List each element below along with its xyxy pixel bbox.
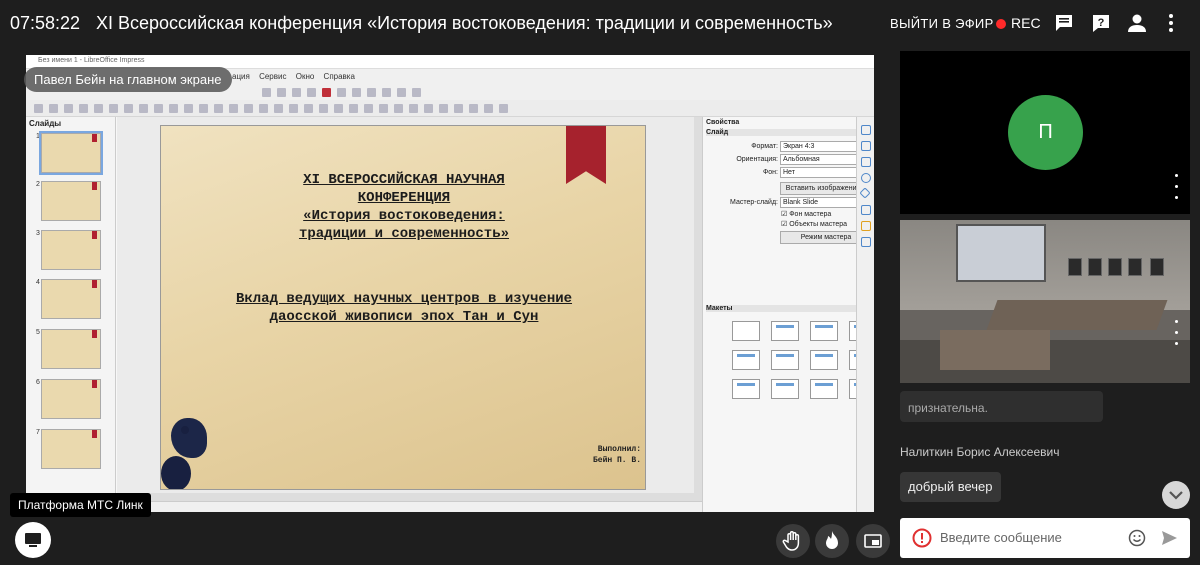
properties-deck-icon[interactable] — [861, 125, 871, 135]
slide-title[interactable]: XI ВСЕРОССИЙСКАЯ НАУЧНАЯ КОНФЕРЕНЦИЯ «Ис… — [191, 171, 617, 243]
section-slide-header[interactable]: Слайд — [706, 129, 856, 136]
slide-number: 5 — [36, 329, 40, 336]
participant-avatar: П — [1008, 95, 1083, 170]
slide-number: 6 — [36, 379, 40, 386]
platform-tooltip: Платформа МТС Линк — [10, 493, 151, 517]
slide-thumbnail[interactable] — [41, 181, 101, 221]
screen-share-button[interactable] — [15, 522, 51, 558]
sidebar-deck-icons — [856, 117, 874, 512]
participant-video-room[interactable] — [900, 220, 1190, 383]
slide-number: 7 — [36, 429, 40, 436]
chat-message-text: признательна. — [908, 401, 988, 415]
app-toolbar-drawing — [26, 100, 874, 117]
ink-blot — [171, 418, 207, 458]
slide-transition-deck-icon[interactable] — [861, 205, 871, 215]
chat-message: добрый вечер — [900, 472, 1001, 502]
layout-option[interactable] — [771, 350, 799, 370]
more-vertical-icon[interactable] — [1173, 320, 1179, 354]
rec-indicator[interactable]: REC — [1011, 15, 1041, 31]
more-vertical-icon[interactable] — [1173, 174, 1179, 208]
slide-number: 3 — [36, 230, 40, 237]
slide-author[interactable]: Выполнил: Бейн П. В. — [561, 444, 641, 466]
master-background-checkbox[interactable]: ☑ Фон мастера — [781, 210, 831, 218]
ink-blot — [181, 426, 189, 434]
format-label: Формат: — [751, 143, 778, 150]
rec-dot-icon — [996, 19, 1006, 29]
layout-option[interactable] — [732, 350, 760, 370]
gallery-deck-icon[interactable] — [861, 157, 871, 167]
ink-blot — [161, 456, 191, 489]
participant-video[interactable]: П — [900, 51, 1190, 214]
layout-option[interactable] — [732, 379, 760, 399]
room-table — [986, 300, 1168, 330]
master-slides-deck-icon[interactable] — [861, 237, 871, 247]
layout-option[interactable] — [810, 321, 838, 341]
slide-thumbnail[interactable] — [41, 230, 101, 270]
styles-deck-icon[interactable] — [861, 141, 871, 151]
orientation-label: Ориентация: — [736, 156, 778, 163]
chat-input[interactable]: Введите сообщение — [900, 518, 1190, 558]
slide-thumbnail[interactable] — [39, 131, 103, 175]
menu-item-window[interactable]: Окно — [296, 72, 315, 81]
send-icon[interactable] — [1160, 529, 1178, 547]
chat-message: признательна. — [900, 391, 1103, 422]
conference-title: XI Всероссийская конференция «История во… — [96, 13, 833, 33]
layout-option[interactable] — [771, 379, 799, 399]
presenter-label: Павел Бейн на главном экране — [24, 67, 232, 92]
animation-deck-icon[interactable] — [861, 221, 871, 231]
help-icon[interactable]: ? — [1090, 12, 1112, 34]
user-icon[interactable] — [1126, 12, 1148, 34]
room-table — [940, 330, 1050, 370]
shapes-deck-icon[interactable] — [859, 187, 871, 199]
warning-icon — [912, 528, 932, 548]
picture-in-picture-button[interactable] — [856, 524, 890, 558]
clock: 07:58:22 — [10, 13, 81, 33]
chat-icon[interactable] — [1053, 12, 1075, 34]
layout-option[interactable] — [810, 379, 838, 399]
emoji-icon[interactable] — [1128, 529, 1146, 547]
more-vertical-icon[interactable] — [1160, 12, 1182, 34]
slide-number: 1 — [36, 133, 40, 140]
properties-panel: Свойства Слайд Формат: Экран 4:3 Ориента… — [702, 117, 874, 512]
layout-option[interactable] — [732, 321, 760, 341]
svg-text:?: ? — [1098, 17, 1105, 29]
slides-pane-label: Слайды — [29, 119, 62, 128]
raise-hand-button[interactable] — [776, 524, 810, 558]
chat-input-placeholder: Введите сообщение — [940, 530, 1062, 545]
slide-number: 4 — [36, 279, 40, 286]
slide-title-text: XI ВСЕРОССИЙСКАЯ НАУЧНАЯ КОНФЕРЕНЦИЯ «Ис… — [298, 172, 510, 242]
go-live-button[interactable]: ВЫЙТИ В ЭФИР — [890, 16, 994, 31]
menu-item[interactable]: ация — [232, 72, 250, 81]
vertical-scrollbar[interactable] — [694, 117, 702, 512]
room-projector-screen — [956, 224, 1046, 282]
slide-subtitle[interactable]: Вклад ведущих научных центров в изучение… — [181, 290, 627, 326]
navigator-deck-icon[interactable] — [861, 173, 871, 183]
layout-option[interactable] — [810, 350, 838, 370]
top-bar: 07:58:22 XI Всероссийская конференция «И… — [0, 0, 1200, 48]
chat-author: Налиткин Борис Алексеевич — [900, 445, 1060, 459]
menu-item-service[interactable]: Сервис — [259, 72, 286, 81]
master-slide-label: Мастер-слайд: — [730, 199, 778, 206]
menu-item-help[interactable]: Справка — [324, 72, 355, 81]
scroll-down-button[interactable] — [1162, 481, 1190, 509]
app-title: Без имени 1 - LibreOffice Impress — [38, 57, 145, 64]
screen-share: Без имени 1 - LibreOffice Impress ация С… — [26, 55, 874, 512]
master-objects-label: Объекты мастера — [789, 221, 848, 228]
horizontal-scrollbar[interactable] — [117, 493, 694, 501]
section-layouts-header[interactable]: Макеты — [706, 305, 856, 312]
background-label: Фон: — [762, 169, 778, 176]
master-objects-checkbox[interactable]: ☑ Объекты мастера — [781, 220, 847, 228]
layout-option[interactable] — [771, 321, 799, 341]
app-menu: ация Сервис Окно Справка — [232, 72, 362, 81]
slide-number: 2 — [36, 181, 40, 188]
properties-title: Свойства — [706, 119, 740, 126]
current-slide[interactable]: XI ВСЕРОССИЙСКАЯ НАУЧНАЯ КОНФЕРЕНЦИЯ «Ис… — [160, 125, 646, 490]
slides-pane: Слайды 1 2 3 4 5 6 7 — [26, 117, 116, 512]
slide-thumbnail[interactable] — [41, 279, 101, 319]
master-background-label: Фон мастера — [789, 211, 832, 218]
reaction-fire-button[interactable] — [815, 524, 849, 558]
slide-thumbnail[interactable] — [41, 329, 101, 369]
slide-thumbnail[interactable] — [41, 379, 101, 419]
slide-thumbnail[interactable] — [41, 429, 101, 469]
